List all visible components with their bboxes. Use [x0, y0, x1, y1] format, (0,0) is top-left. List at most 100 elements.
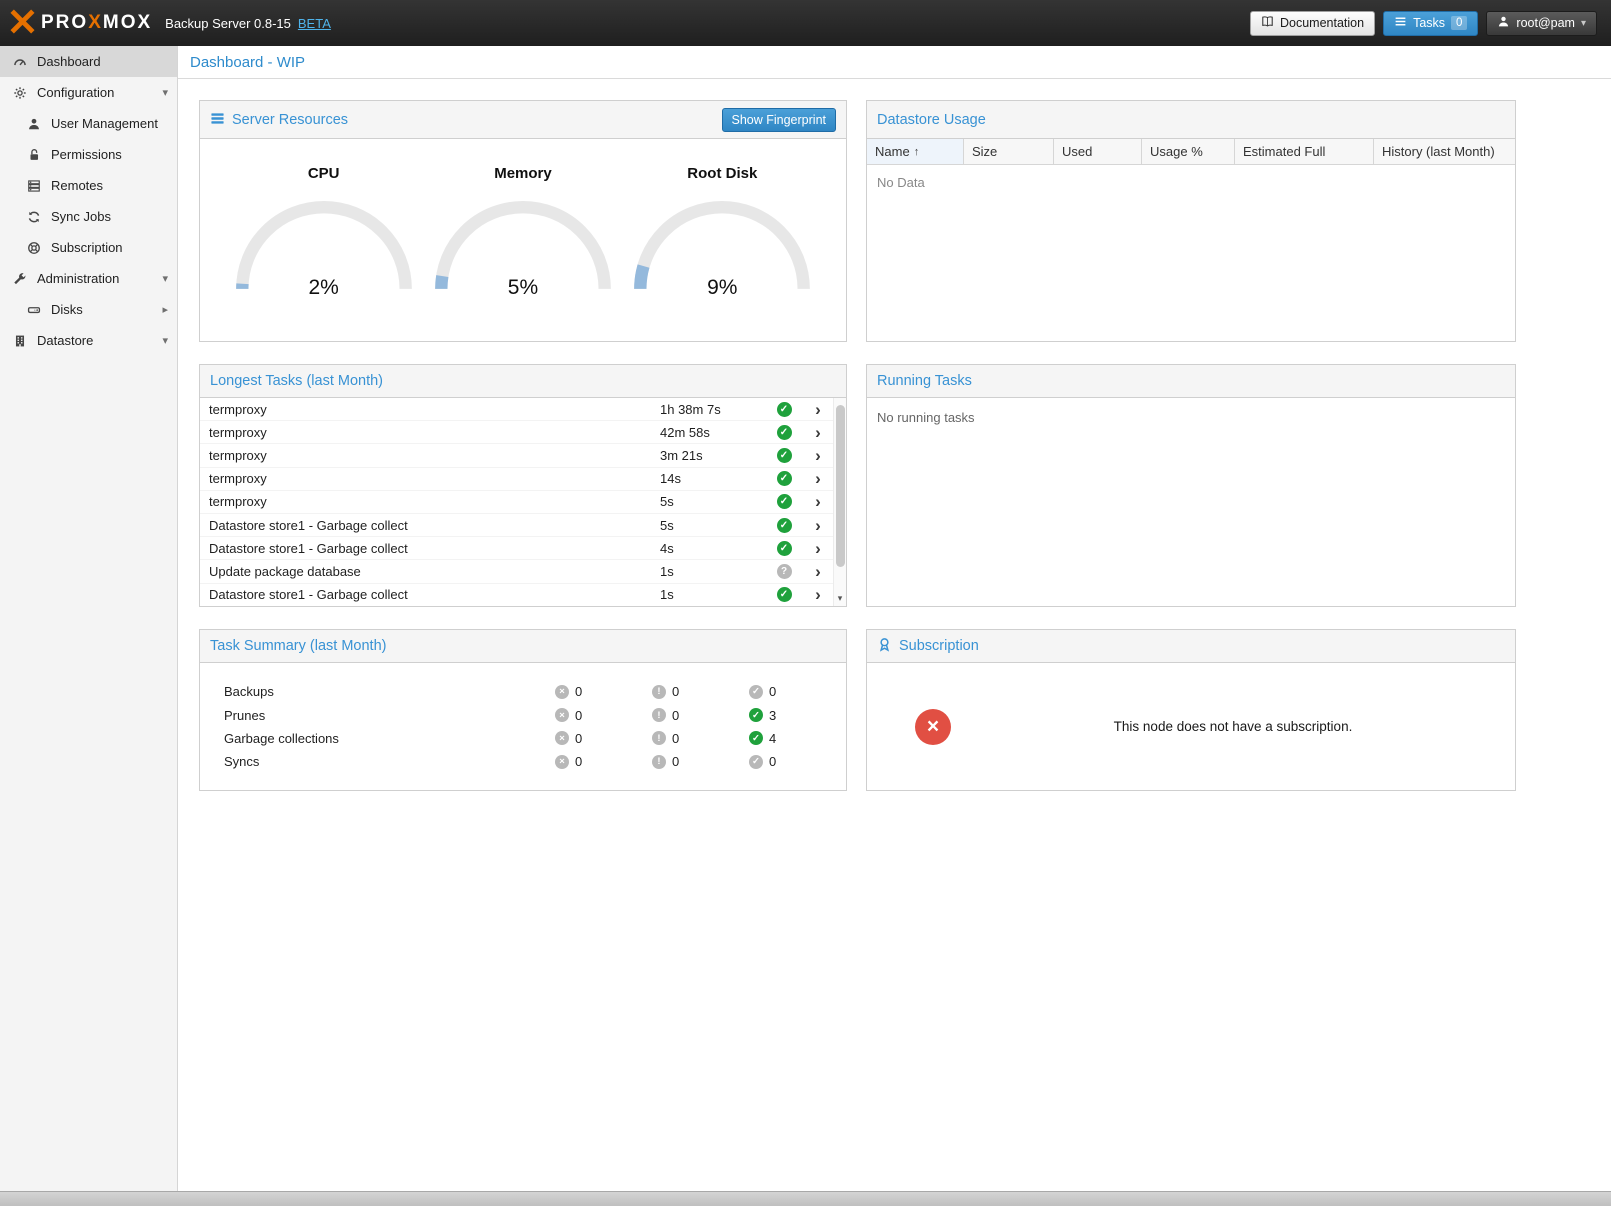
task-list-icon	[1394, 15, 1407, 31]
server-resources-panel: Server Resources Show Fingerprint CPU	[199, 100, 847, 342]
server-resources-icon	[210, 111, 225, 129]
sort-asc-icon: ↑	[914, 146, 920, 158]
root-disk-percent: 9%	[627, 276, 817, 300]
root-disk-gauge: Root Disk 9%	[627, 165, 817, 296]
datastore-table-header: Name ↑ Size Used Usage % Estimated Full …	[867, 139, 1515, 165]
sidebar-item-remotes[interactable]: Remotes	[0, 170, 177, 201]
open-task-chevron-icon[interactable]: ›	[803, 563, 833, 580]
sidebar-item-user-management[interactable]: User Management	[0, 108, 177, 139]
open-task-chevron-icon[interactable]: ›	[803, 424, 833, 441]
warning-icon: !	[652, 755, 666, 769]
sidebar-item-configuration[interactable]: Configuration ▾	[0, 77, 177, 108]
status-ok-icon: ✓	[777, 494, 792, 509]
sidebar-item-sync-jobs[interactable]: Sync Jobs	[0, 201, 177, 232]
page-title: Dashboard - WIP	[190, 54, 305, 71]
scroll-down-arrow-icon[interactable]: ▾	[834, 593, 846, 604]
building-icon	[12, 334, 28, 348]
user-icon	[26, 117, 42, 131]
sidebar-item-dashboard[interactable]: Dashboard	[0, 46, 177, 77]
column-header-size[interactable]: Size	[964, 139, 1054, 164]
panel-title: Server Resources	[232, 112, 348, 128]
chevron-down-icon: ▾	[1581, 18, 1586, 29]
error-icon: ×	[555, 708, 569, 722]
column-header-history[interactable]: History (last Month)	[1374, 139, 1515, 164]
column-header-name[interactable]: Name ↑	[867, 139, 964, 164]
book-icon	[1261, 15, 1274, 31]
open-task-chevron-icon[interactable]: ›	[803, 401, 833, 418]
chevron-down-icon[interactable]: ▾	[162, 272, 177, 285]
open-task-chevron-icon[interactable]: ›	[803, 447, 833, 464]
ok-icon: ✓	[749, 755, 763, 769]
subscription-panel: Subscription × This node does not have a…	[866, 629, 1516, 791]
status-ok-icon: ✓	[777, 541, 792, 556]
proxmox-x-icon	[10, 9, 35, 37]
status-ok-icon: ✓	[777, 518, 792, 533]
open-task-chevron-icon[interactable]: ›	[803, 586, 833, 603]
status-ok-icon: ✓	[777, 587, 792, 602]
panel-title: Subscription	[899, 638, 979, 654]
open-task-chevron-icon[interactable]: ›	[803, 540, 833, 557]
memory-percent: 5%	[428, 276, 618, 300]
task-row[interactable]: Datastore store1 - Garbage collect 1s ✓ …	[200, 584, 833, 607]
panel-title: Longest Tasks (last Month)	[210, 373, 383, 389]
task-row[interactable]: termproxy 42m 58s ✓ ›	[200, 421, 833, 444]
task-row[interactable]: Update package database 1s ? ›	[200, 560, 833, 583]
sidebar-item-administration[interactable]: Administration ▾	[0, 263, 177, 294]
cpu-percent: 2%	[229, 276, 419, 300]
sidebar-item-datastore[interactable]: Datastore ▾	[0, 325, 177, 356]
sidebar-item-disks[interactable]: Disks ▸	[0, 294, 177, 325]
panel-title: Datastore Usage	[877, 112, 986, 128]
dashboard-gauge-icon	[12, 55, 28, 69]
error-icon: ×	[555, 731, 569, 745]
tasks-button[interactable]: Tasks 0	[1383, 11, 1478, 36]
tasks-count-badge: 0	[1451, 16, 1467, 30]
status-unknown-icon: ?	[777, 564, 792, 579]
sidebar-item-permissions[interactable]: Permissions	[0, 139, 177, 170]
memory-gauge: Memory 5%	[428, 165, 618, 296]
user-icon	[1497, 15, 1510, 31]
sidebar: Dashboard Configuration ▾ User Managemen…	[0, 46, 178, 1191]
chevron-right-icon[interactable]: ▸	[162, 303, 177, 316]
running-tasks-panel: Running Tasks No running tasks	[866, 364, 1516, 607]
proxmox-logo: PROXMOX	[10, 9, 152, 37]
ok-icon: ✓	[749, 731, 763, 745]
open-task-chevron-icon[interactable]: ›	[803, 470, 833, 487]
panel-title: Task Summary (last Month)	[210, 638, 386, 654]
show-fingerprint-button[interactable]: Show Fingerprint	[722, 108, 837, 132]
ok-icon: ✓	[749, 685, 763, 699]
warning-icon: !	[652, 685, 666, 699]
status-ok-icon: ✓	[777, 448, 792, 463]
user-menu-button[interactable]: root@pam ▾	[1486, 11, 1597, 36]
vertical-scrollbar[interactable]: ▾	[833, 398, 846, 606]
column-header-estimated-full[interactable]: Estimated Full	[1235, 139, 1374, 164]
task-row[interactable]: termproxy 5s ✓ ›	[200, 491, 833, 514]
page-title-bar: Dashboard - WIP	[178, 46, 1611, 79]
open-task-chevron-icon[interactable]: ›	[803, 493, 833, 510]
documentation-button[interactable]: Documentation	[1250, 11, 1375, 36]
sidebar-item-subscription[interactable]: Subscription	[0, 232, 177, 263]
beta-link[interactable]: BETA	[298, 16, 331, 31]
status-ok-icon: ✓	[777, 425, 792, 440]
chevron-down-icon[interactable]: ▾	[162, 334, 177, 347]
summary-row: Prunes ×0 !0 ✓3	[200, 703, 846, 726]
task-row[interactable]: Datastore store1 - Garbage collect 5s ✓ …	[200, 514, 833, 537]
task-row[interactable]: termproxy 3m 21s ✓ ›	[200, 444, 833, 467]
cpu-gauge: CPU 2%	[229, 165, 419, 296]
column-header-used[interactable]: Used	[1054, 139, 1142, 164]
sync-refresh-icon	[26, 210, 42, 224]
task-row[interactable]: termproxy 1h 38m 7s ✓ ›	[200, 398, 833, 421]
gears-icon	[12, 86, 28, 100]
task-row[interactable]: Datastore store1 - Garbage collect 4s ✓ …	[200, 537, 833, 560]
column-header-usage-pct[interactable]: Usage %	[1142, 139, 1235, 164]
status-ok-icon: ✓	[777, 402, 792, 417]
horizontal-scrollbar[interactable]	[0, 1191, 1611, 1206]
open-task-chevron-icon[interactable]: ›	[803, 517, 833, 534]
panel-title: Running Tasks	[877, 373, 972, 389]
empty-text: No running tasks	[867, 398, 1515, 606]
chevron-down-icon[interactable]: ▾	[162, 86, 177, 99]
brand-text: PROXMOX	[41, 12, 152, 34]
warning-icon: !	[652, 731, 666, 745]
scrollbar-thumb[interactable]	[836, 405, 845, 567]
task-summary-panel: Task Summary (last Month) Backups ×0 !0 …	[199, 629, 847, 791]
task-row[interactable]: termproxy 14s ✓ ›	[200, 468, 833, 491]
